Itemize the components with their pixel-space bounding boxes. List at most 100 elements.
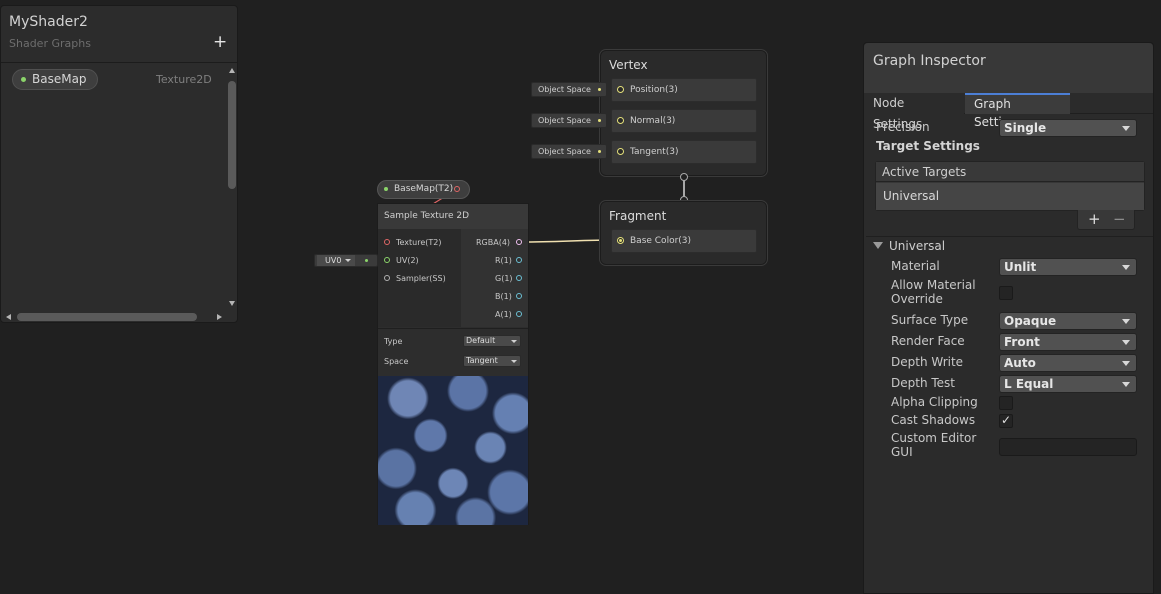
port-icon[interactable]	[617, 86, 624, 93]
scroll-down-icon[interactable]	[229, 301, 235, 306]
output-port-icon[interactable]	[516, 239, 522, 245]
surface-type-value: Opaque	[1004, 314, 1057, 328]
property-dot-icon	[384, 187, 388, 191]
output-port-icon[interactable]	[516, 275, 522, 281]
port-icon[interactable]	[617, 237, 624, 244]
chevron-down-icon	[345, 259, 351, 262]
vertical-scrollbar[interactable]	[227, 66, 237, 308]
tab-node-settings[interactable]: Node Settings	[864, 93, 964, 131]
space-dropdown[interactable]: Tangent	[463, 355, 521, 367]
scroll-up-icon[interactable]	[229, 68, 235, 73]
slot-tangent[interactable]: Tangent(3)	[611, 140, 757, 164]
port-icon[interactable]	[617, 148, 624, 155]
material-label: Material	[891, 259, 940, 273]
slot-label: Base Color(3)	[630, 236, 692, 246]
output-rgba-label: RGBA(4)	[476, 238, 511, 247]
slot-base-color[interactable]: Base Color(3)	[611, 229, 757, 253]
input-port-icon[interactable]	[384, 275, 390, 281]
stack-connector-cap	[680, 173, 688, 181]
object-space-tag[interactable]: Object Space	[531, 82, 607, 97]
depth-test-label: Depth Test	[891, 376, 955, 390]
depth-write-value: Auto	[1004, 356, 1036, 370]
active-targets-list: Active Targets Universal	[875, 161, 1145, 211]
allow-material-override-label: Allow Material Override	[891, 278, 976, 306]
type-label: Type	[384, 337, 403, 346]
horizontal-scrollbar[interactable]	[3, 311, 225, 323]
slot-normal[interactable]: Normal(3)	[611, 109, 757, 133]
output-port-icon[interactable]	[516, 293, 522, 299]
input-sampler-label: Sampler(SS)	[396, 274, 446, 283]
target-settings-heading: Target Settings	[876, 139, 980, 153]
blackboard-panel: MyShader2 Shader Graphs + BaseMap Textur…	[0, 5, 238, 323]
alpha-clipping-label: Alpha Clipping	[891, 395, 978, 409]
sample-texture-2d-node[interactable]: Sample Texture 2D Texture(T2) UV(2) Samp…	[377, 203, 529, 525]
port-icon[interactable]	[617, 117, 624, 124]
property-name: BaseMap	[32, 72, 87, 86]
custom-editor-gui-label: Custom Editor GUI	[891, 431, 977, 459]
scrollbar-thumb[interactable]	[228, 81, 236, 189]
plus-icon[interactable]: +	[1088, 210, 1101, 228]
custom-editor-gui-field[interactable]	[999, 438, 1137, 456]
slot-label: Tangent(3)	[630, 147, 679, 157]
space-label: Space	[384, 357, 409, 366]
space-label: Object Space	[538, 147, 591, 156]
uv-dropdown[interactable]: UV0	[317, 255, 355, 266]
blackboard-property-basemap[interactable]: BaseMap	[12, 69, 98, 90]
divider	[866, 236, 1153, 237]
property-node-label: BaseMap(T2)	[394, 184, 454, 194]
depth-write-label: Depth Write	[891, 355, 964, 369]
uv-channel-node[interactable]: UV0	[314, 254, 378, 267]
render-face-dropdown[interactable]: Front	[999, 333, 1137, 351]
alpha-clipping-checkbox[interactable]	[999, 396, 1013, 410]
chevron-down-icon	[511, 340, 517, 343]
minus-icon[interactable]: −	[1113, 210, 1126, 228]
texture-preview	[378, 376, 528, 525]
precision-dropdown[interactable]: Single	[999, 119, 1137, 137]
universal-foldout[interactable]: Universal	[873, 239, 945, 253]
slot-position[interactable]: Position(3)	[611, 78, 757, 102]
material-value: Unlit	[1004, 260, 1037, 274]
output-port-icon[interactable]	[516, 311, 522, 317]
property-dot-icon	[21, 77, 26, 82]
scroll-right-icon[interactable]	[217, 314, 222, 320]
render-face-value: Front	[1004, 335, 1040, 349]
basemap-property-node[interactable]: BaseMap(T2)	[377, 180, 470, 199]
node-title: Sample Texture 2D	[384, 211, 470, 221]
scroll-left-icon[interactable]	[6, 314, 11, 320]
output-port-icon[interactable]	[454, 186, 460, 192]
depth-write-dropdown[interactable]: Auto	[999, 354, 1137, 372]
inspector-title: Graph Inspector	[873, 53, 986, 69]
render-face-label: Render Face	[891, 334, 965, 348]
node-title-bar[interactable]: Sample Texture 2D	[378, 204, 528, 229]
vertex-title: Vertex	[609, 58, 648, 72]
chevron-down-icon	[511, 360, 517, 363]
chevron-down-icon	[1122, 265, 1130, 270]
object-space-tag[interactable]: Object Space	[531, 113, 607, 128]
input-port-icon[interactable]	[384, 257, 390, 263]
object-space-tag[interactable]: Object Space	[531, 144, 607, 159]
plus-icon[interactable]: +	[213, 32, 227, 52]
universal-section-label: Universal	[889, 239, 946, 253]
input-port-icon[interactable]	[384, 239, 390, 245]
divider	[1, 62, 237, 63]
material-dropdown[interactable]: Unlit	[999, 258, 1137, 276]
fragment-block[interactable]: Fragment Base Color(3)	[600, 201, 767, 265]
scrollbar-thumb[interactable]	[17, 313, 197, 321]
uv-value: UV0	[325, 256, 342, 265]
graph-inspector-panel: Graph Inspector Node Settings Graph Sett…	[863, 42, 1154, 594]
output-a-label: A(1)	[495, 310, 512, 319]
cast-shadows-checkbox[interactable]	[999, 413, 1013, 428]
type-dropdown[interactable]: Default	[463, 335, 521, 347]
depth-test-dropdown[interactable]: L Equal	[999, 375, 1137, 393]
output-r-label: R(1)	[495, 256, 512, 265]
surface-type-dropdown[interactable]: Opaque	[999, 312, 1137, 330]
tab-graph-settings[interactable]: Graph Settings	[965, 93, 1070, 129]
output-ports: RGBA(4) R(1) G(1) B(1) A(1)	[461, 229, 528, 327]
space-label: Object Space	[538, 85, 591, 94]
vertex-block[interactable]: Vertex Position(3) Normal(3) Tangent(3)	[600, 50, 767, 176]
output-port-icon[interactable]	[516, 257, 522, 263]
space-value: Tangent	[466, 356, 498, 365]
allow-material-override-checkbox[interactable]	[999, 286, 1013, 300]
list-item[interactable]: Universal	[876, 183, 1144, 210]
list-buttons: + −	[1077, 210, 1135, 230]
